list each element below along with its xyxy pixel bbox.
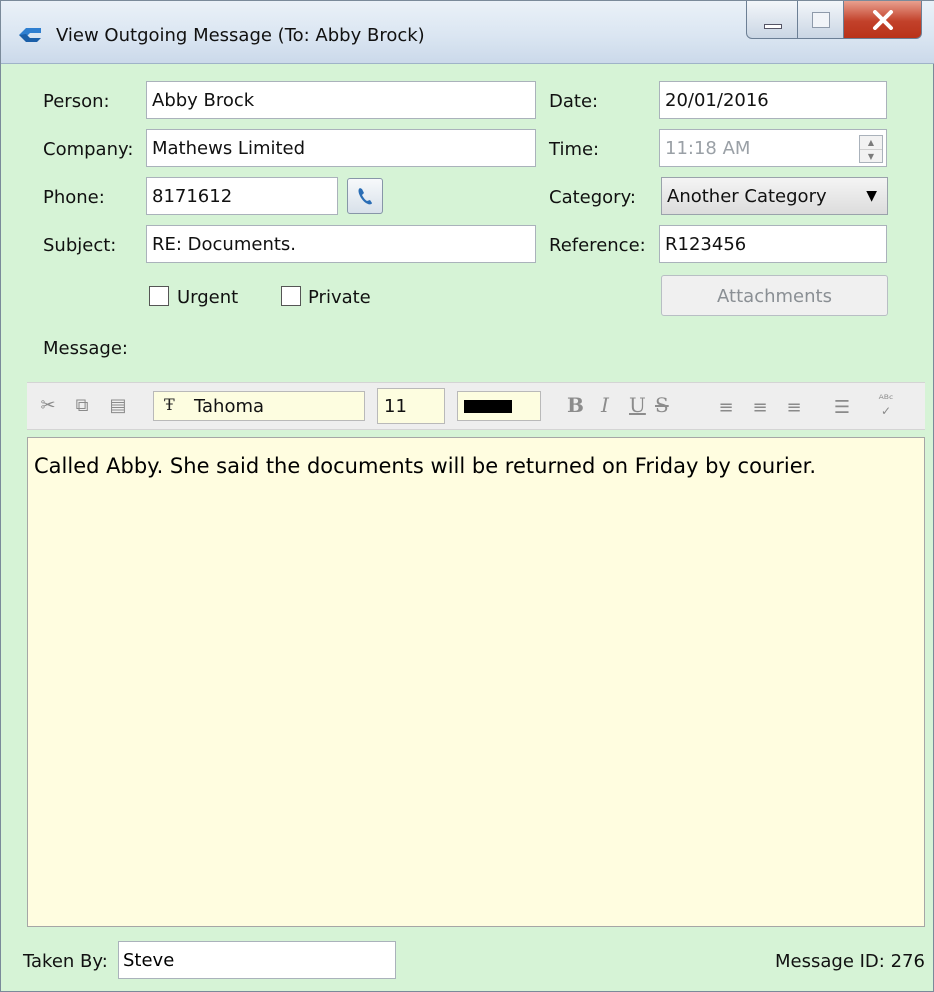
message-label: Message: bbox=[43, 338, 128, 359]
message-text: Called Abby. She said the documents will… bbox=[34, 454, 817, 478]
window-title: View Outgoing Message (To: Abby Brock) bbox=[56, 25, 425, 46]
cut-icon[interactable]: ✂ bbox=[37, 395, 59, 417]
urgent-label: Urgent bbox=[177, 287, 239, 308]
bullet-list-icon[interactable]: ☰ bbox=[831, 397, 853, 419]
category-label: Category: bbox=[549, 187, 636, 208]
company-field[interactable]: Mathews Limited bbox=[146, 129, 536, 167]
phone-field[interactable]: 8171612 bbox=[146, 177, 338, 215]
message-window: View Outgoing Message (To: Abby Brock) P… bbox=[0, 0, 934, 992]
private-checkbox[interactable] bbox=[281, 286, 301, 306]
dropdown-arrow-icon: ▼ bbox=[866, 188, 877, 204]
align-left-icon[interactable]: ≡ bbox=[715, 397, 737, 419]
text-color-swatch bbox=[464, 400, 512, 413]
person-field[interactable]: Abby Brock bbox=[146, 81, 536, 119]
spellcheck-icon[interactable]: ᴬᴮᶜ ✓ bbox=[875, 393, 897, 417]
paste-icon[interactable]: ▤ bbox=[107, 395, 129, 417]
urgent-checkbox[interactable] bbox=[149, 286, 169, 306]
close-button[interactable] bbox=[844, 1, 922, 39]
taken-by-label: Taken By: bbox=[23, 951, 108, 972]
italic-icon[interactable]: I bbox=[601, 393, 609, 417]
caption-buttons bbox=[746, 1, 922, 41]
minimize-button[interactable] bbox=[746, 1, 798, 39]
attachments-button[interactable]: Attachments bbox=[661, 275, 888, 316]
private-label: Private bbox=[308, 287, 371, 308]
font-size-value: 11 bbox=[384, 396, 407, 417]
title-bar[interactable]: View Outgoing Message (To: Abby Brock) bbox=[1, 1, 934, 64]
bold-icon[interactable]: B bbox=[567, 393, 584, 417]
strikethrough-icon[interactable]: S bbox=[655, 393, 669, 417]
reference-field[interactable]: R123456 bbox=[659, 225, 887, 263]
copy-icon[interactable]: ⧉ bbox=[71, 395, 93, 417]
align-right-icon[interactable]: ≡ bbox=[783, 397, 805, 419]
category-selected-value: Another Category bbox=[667, 186, 827, 207]
subject-field[interactable]: RE: Documents. bbox=[146, 225, 536, 263]
font-icon: Ŧ bbox=[164, 395, 175, 414]
underline-icon[interactable]: U bbox=[629, 393, 646, 417]
spin-up-icon[interactable]: ▲ bbox=[860, 136, 882, 150]
minimize-icon bbox=[764, 24, 782, 29]
close-icon bbox=[873, 10, 893, 30]
company-label: Company: bbox=[43, 139, 134, 160]
date-field[interactable]: 20/01/2016 bbox=[659, 81, 887, 119]
font-name-value: Tahoma bbox=[194, 396, 265, 417]
date-label: Date: bbox=[549, 91, 599, 112]
time-field[interactable]: 11:18 AM bbox=[659, 129, 887, 167]
font-size-select[interactable]: 11 bbox=[377, 388, 445, 424]
text-color-picker[interactable] bbox=[457, 391, 541, 421]
maximize-button[interactable] bbox=[798, 1, 844, 39]
time-spinner[interactable]: ▲ ▼ bbox=[859, 135, 883, 163]
message-editor[interactable]: Called Abby. She said the documents will… bbox=[27, 437, 925, 927]
taken-by-field[interactable]: Steve bbox=[118, 941, 396, 979]
spin-down-icon[interactable]: ▼ bbox=[860, 150, 882, 163]
maximize-icon bbox=[812, 12, 830, 28]
message-id: Message ID: 276 bbox=[775, 951, 925, 972]
font-name-select[interactable]: Ŧ Tahoma bbox=[153, 391, 365, 421]
person-label: Person: bbox=[43, 91, 110, 112]
align-center-icon[interactable]: ≡ bbox=[749, 397, 771, 419]
phone-icon bbox=[358, 188, 372, 205]
app-logo-icon bbox=[19, 28, 41, 42]
reference-label: Reference: bbox=[549, 235, 646, 256]
dial-phone-button[interactable] bbox=[347, 178, 383, 214]
subject-label: Subject: bbox=[43, 235, 117, 256]
time-label: Time: bbox=[549, 139, 600, 160]
phone-label: Phone: bbox=[43, 187, 105, 208]
category-dropdown[interactable]: Another Category ▼ bbox=[661, 177, 888, 215]
